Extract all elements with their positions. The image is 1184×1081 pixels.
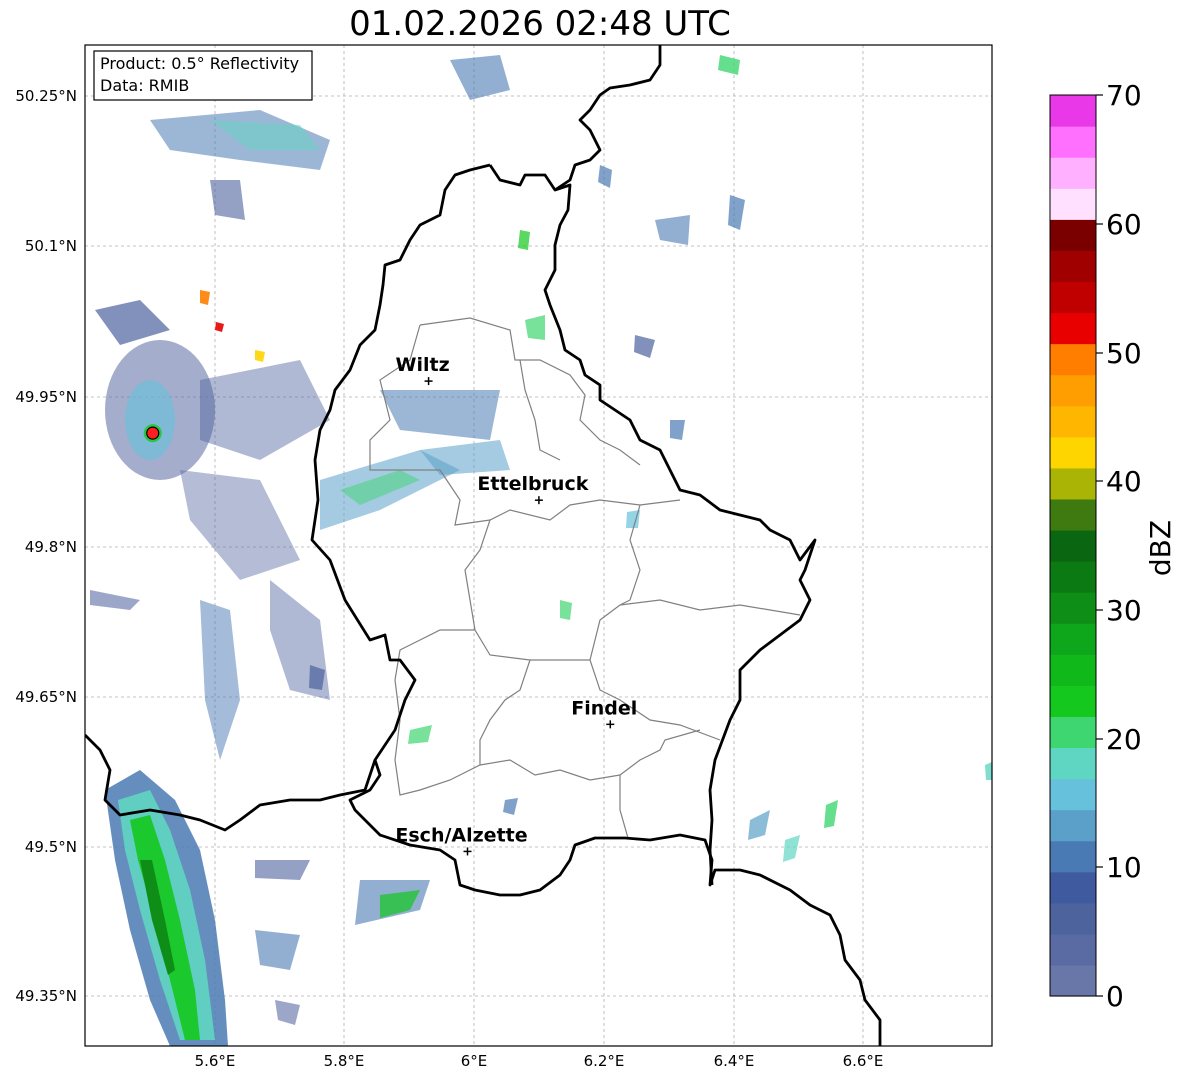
city-label: Esch/Alzette xyxy=(395,824,527,846)
colorbar-swatch xyxy=(1050,219,1096,251)
colorbar-tick-label: 0 xyxy=(1106,980,1124,1013)
lat-tick: 49.8°N xyxy=(25,538,77,556)
colorbar-swatch xyxy=(1050,964,1096,997)
data-source-label: Data: RMIB xyxy=(100,76,189,95)
colorbar-swatch xyxy=(1050,685,1096,717)
colorbar-swatch xyxy=(1050,95,1096,127)
colorbar-swatch xyxy=(1050,747,1096,780)
colorbar-swatch xyxy=(1050,188,1096,220)
colorbar-tick-label: 70 xyxy=(1106,79,1142,112)
lat-tick: 49.65°N xyxy=(15,688,77,706)
lon-tick: 6°E xyxy=(461,1052,488,1070)
colorbar-swatch xyxy=(1050,871,1096,904)
colorbar-swatch xyxy=(1050,467,1096,500)
colorbar-swatch xyxy=(1050,592,1096,624)
colorbar-label: dBZ xyxy=(1144,520,1177,576)
colorbar-swatch xyxy=(1050,281,1096,314)
lon-tick: 6.6°E xyxy=(843,1052,884,1070)
latitude-labels: 50.25°N 50.1°N 49.95°N 49.8°N 49.65°N 49… xyxy=(15,87,77,1005)
lat-tick: 50.1°N xyxy=(25,237,77,255)
colorbar-tick-label: 50 xyxy=(1106,337,1142,370)
radar-site-marker xyxy=(143,424,162,443)
colorbar-swatch xyxy=(1050,157,1096,189)
product-label: Product: 0.5° Reflectivity xyxy=(100,54,299,73)
colorbar-swatch xyxy=(1050,840,1096,873)
radar-site-dot xyxy=(146,426,160,440)
radar-map-figure: Wiltz Ettelbruck Findel Esch/Alzette Produc… xyxy=(15,44,1177,1070)
lon-tick: 5.8°E xyxy=(324,1052,365,1070)
colorbar-swatch xyxy=(1050,126,1096,158)
colorbar-swatch xyxy=(1050,778,1096,811)
colorbar-tick-label: 10 xyxy=(1106,851,1142,884)
colorbar-tick-label: 30 xyxy=(1106,594,1142,627)
colorbar-swatch xyxy=(1050,250,1096,283)
colorbar-swatch xyxy=(1050,623,1096,655)
colorbar-swatch xyxy=(1050,716,1096,749)
colorbar-tick-label: 20 xyxy=(1106,723,1142,756)
colorbar-swatch xyxy=(1050,561,1096,593)
lat-tick: 49.35°N xyxy=(15,987,77,1005)
colorbar-tick-labels: 70 60 50 40 30 20 10 0 xyxy=(1106,79,1142,1013)
longitude-labels: 5.6°E 5.8°E 6°E 6.2°E 6.4°E 6.6°E xyxy=(195,1052,884,1070)
colorbar-swatch xyxy=(1050,405,1096,438)
colorbar-swatch xyxy=(1050,436,1096,469)
colorbar-tick-label: 40 xyxy=(1106,465,1142,498)
lat-tick: 49.5°N xyxy=(25,838,77,856)
info-box: Product: 0.5° Reflectivity Data: RMIB xyxy=(93,50,313,101)
lon-tick: 6.2°E xyxy=(584,1052,625,1070)
city-label: Wiltz xyxy=(396,354,450,376)
colorbar-swatches xyxy=(1050,95,1096,997)
colorbar-swatch xyxy=(1050,312,1096,345)
lon-tick: 6.4°E xyxy=(714,1052,755,1070)
colorbar-tick-label: 60 xyxy=(1106,208,1142,241)
colorbar-swatch xyxy=(1050,654,1096,686)
lon-tick: 5.6°E xyxy=(195,1052,236,1070)
colorbar-swatch xyxy=(1050,933,1096,966)
lat-tick: 50.25°N xyxy=(15,87,77,105)
lat-tick: 49.95°N xyxy=(15,388,77,406)
colorbar: 70 60 50 40 30 20 10 0 dBZ xyxy=(1049,79,1177,1013)
city-label: Findel xyxy=(571,697,637,719)
colorbar-swatch xyxy=(1050,809,1096,842)
city-label: Ettelbruck xyxy=(477,473,588,495)
colorbar-swatch xyxy=(1050,343,1096,376)
colorbar-swatch xyxy=(1050,498,1096,531)
colorbar-swatch xyxy=(1050,374,1096,407)
colorbar-swatch xyxy=(1050,902,1096,935)
colorbar-swatch xyxy=(1050,529,1096,562)
colorbar-ticks xyxy=(1096,94,1103,997)
